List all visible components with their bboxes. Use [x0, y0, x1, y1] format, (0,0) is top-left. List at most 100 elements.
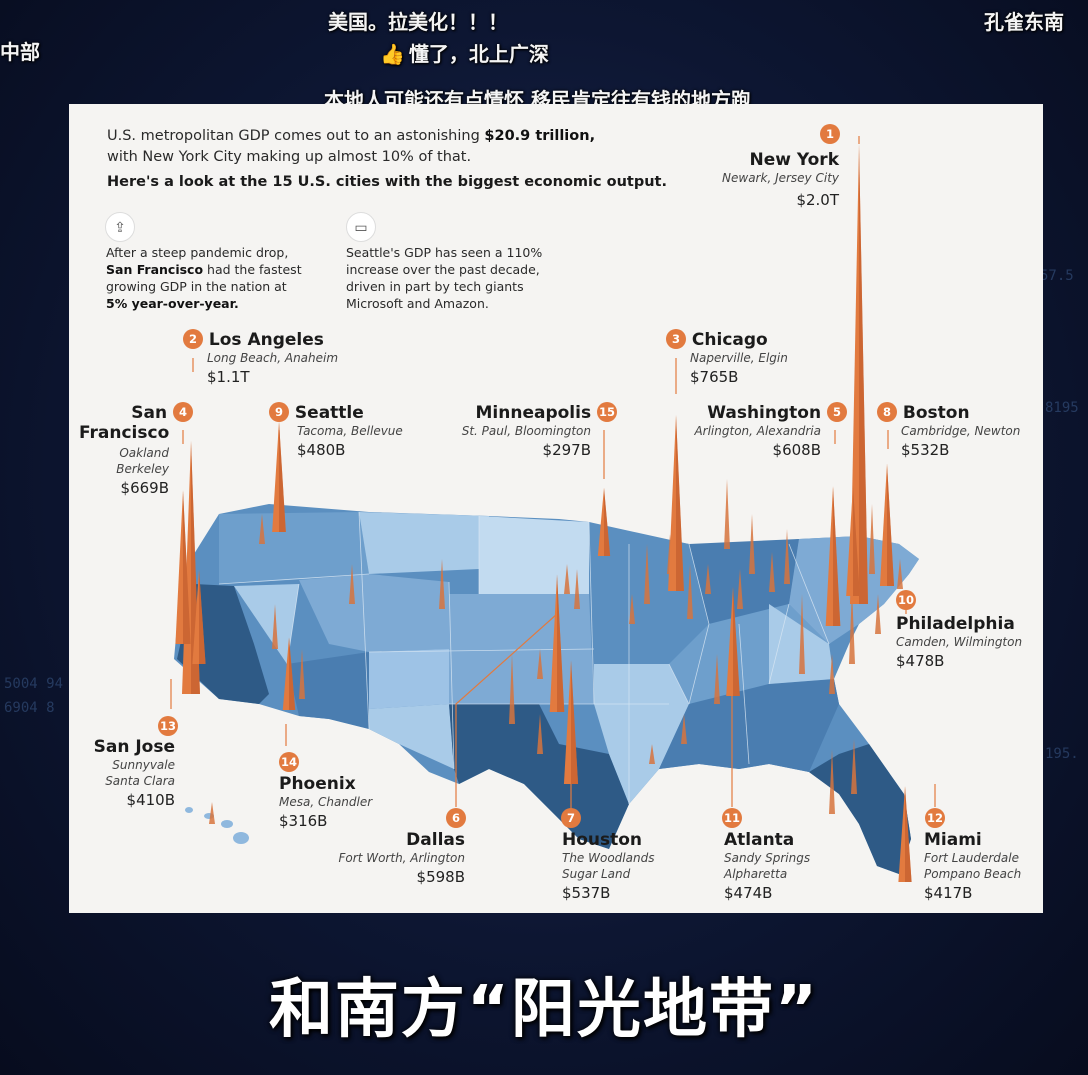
city-suburbs-2: Sugar Land [562, 867, 631, 881]
danmaku-comment: 中部 [0, 40, 40, 64]
fact-sf-rate: 5% year-over-year. [106, 296, 239, 311]
city-label-los-angeles: 2 Los Angeles Long Beach, Anaheim $1.1T [183, 329, 338, 388]
city-label-philadelphia: Philadelphia Camden, Wilmington $478B [896, 614, 1022, 672]
rank-badge: 6 [446, 808, 466, 828]
city-gdp: $669B [120, 479, 169, 497]
city-suburbs: Oakland [119, 446, 169, 460]
city-name: Chicago [691, 330, 768, 350]
danmaku-comment: 👍 懂了，北上广深 [380, 38, 549, 67]
region-newmexico [369, 704, 454, 769]
city-gdp: $480B [297, 441, 346, 459]
infographic-card: U.S. metropolitan GDP comes out to an as… [69, 104, 1043, 913]
gdp-spike-shade [859, 144, 868, 604]
city-label-chicago: 3 Chicago Naperville, Elgin $765B [666, 329, 788, 388]
rank-badge: 11 [722, 808, 742, 828]
rank-badge: 13 [158, 716, 178, 736]
bg-number: 8195 [1045, 400, 1079, 416]
city-label-dallas: Dallas Fort Worth, Arlington $598B [319, 830, 465, 888]
city-suburbs: Mesa, Chandler [279, 795, 373, 809]
city-label-washington: Washington 5 Arlington, Alexandria $608B [669, 402, 847, 461]
fact-seattle-line4: Microsoft and Amazon. [346, 296, 489, 311]
city-label-atlanta: Atlanta Sandy Springs Alpharetta $474B [724, 830, 810, 904]
region-northwest [219, 512, 369, 584]
city-name: Boston [902, 403, 970, 423]
city-gdp: $608B [772, 441, 821, 459]
region-florida [809, 744, 911, 874]
rank-badge: 1 [820, 124, 840, 144]
rank-badge: 15 [597, 402, 617, 422]
city-name: San [131, 403, 168, 423]
region-southwest [287, 652, 369, 729]
rank-badge: 3 [666, 329, 686, 349]
city-gdp: $478B [896, 652, 945, 670]
city-name: Dallas [406, 830, 465, 850]
rank-badge: 10 [896, 590, 916, 610]
rank-badge: 4 [173, 402, 193, 422]
city-gdp: $532B [901, 441, 950, 459]
fact-sf-line1: After a steep pandemic drop, [106, 245, 289, 260]
danmaku-comment: 美国。拉美化！！！ [328, 10, 508, 34]
city-name: Los Angeles [208, 330, 324, 350]
region-colorado [369, 649, 449, 709]
city-name-line2: Francisco [79, 423, 170, 443]
city-label-san-jose: San Jose Sunnyvale Santa Clara $410B [79, 737, 175, 811]
city-gdp: $598B [416, 868, 465, 886]
fact-seattle-line1: Seattle's GDP has seen a 110% [346, 245, 543, 260]
fact-seattle: Seattle's GDP has seen a 110% increase o… [346, 244, 586, 312]
rank-badge: 2 [183, 329, 203, 349]
fact-san-francisco: After a steep pandemic drop, San Francis… [106, 244, 326, 312]
bg-number: 6904 8 [4, 700, 55, 716]
city-name: Houston [562, 830, 643, 850]
city-suburbs: Tacoma, Bellevue [297, 424, 403, 438]
rank-badge: 9 [269, 402, 289, 422]
region-montana [359, 512, 489, 574]
bg-number: 195. [1045, 746, 1079, 762]
city-suburbs: Cambridge, Newton [901, 424, 1021, 438]
city-gdp: $297B [542, 441, 591, 459]
city-suburbs: Sandy Springs [724, 851, 811, 865]
thumbs-up-icon: 👍 [380, 42, 405, 66]
rank-badge: 5 [827, 402, 847, 422]
city-name: Minneapolis [475, 403, 592, 423]
city-suburbs-2: Alpharetta [724, 867, 788, 881]
us-map [170, 136, 936, 882]
city-label-san-francisco: San 4 Francisco Oakland Berkeley $669B [79, 402, 193, 499]
region-dakotas [479, 516, 589, 594]
city-suburbs: Arlington, Alexandria [694, 424, 821, 438]
intro-line2: with New York City making up almost 10% … [107, 149, 472, 165]
city-name: Miami [924, 830, 982, 850]
city-name: Philadelphia [896, 614, 1015, 634]
city-suburbs: The Woodlands [562, 851, 655, 865]
video-subtitle: 和南方“阳光地带” [268, 973, 820, 1047]
city-label-seattle: 9 Seattle Tacoma, Bellevue $480B [269, 402, 403, 461]
city-name: Washington [707, 403, 822, 423]
danmaku-comment: 孔雀东南 [984, 10, 1064, 34]
city-label-phoenix: Phoenix Mesa, Chandler $316B [279, 774, 372, 832]
city-suburbs: Newark, Jersey City [722, 171, 839, 185]
city-label-houston: Houston The Woodlands Sugar Land $537B [562, 830, 654, 904]
city-suburbs: Long Beach, Anaheim [207, 351, 339, 365]
rank-badge: 12 [925, 808, 945, 828]
fact-sf-line3: growing GDP in the nation at [106, 279, 287, 294]
gdp-spike-shade [905, 786, 912, 882]
intro-text: U.S. metropolitan GDP comes out to an as… [107, 126, 667, 193]
laptop-icon: ▭ [346, 212, 376, 242]
rank-badge: 8 [877, 402, 897, 422]
fact-seattle-line2: increase over the past decade, [346, 262, 540, 277]
fact-sf-line2: had the fastest [203, 262, 302, 277]
city-label-miami: Miami Fort Lauderdale Pompano Beach $417… [924, 830, 1021, 904]
city-suburbs: Fort Worth, Arlington [338, 851, 465, 865]
city-name: San Jose [93, 737, 175, 757]
danmaku-text: 懂了，北上广深 [408, 42, 549, 66]
intro-total-gdp: $20.9 trillion, [484, 128, 596, 144]
city-gdp: $765B [690, 368, 739, 386]
bg-number: 57.5 [1040, 268, 1074, 284]
city-suburbs: Fort Lauderdale [924, 851, 1019, 865]
city-gdp: $537B [562, 884, 611, 902]
rank-badge: 7 [561, 808, 581, 828]
rank-badge: 14 [279, 752, 299, 772]
city-name: New York [749, 150, 840, 170]
intro-line1: U.S. metropolitan GDP comes out to an as… [107, 128, 485, 144]
city-suburbs: St. Paul, Bloomington [461, 424, 591, 438]
bg-number: 5004 94 [4, 676, 64, 692]
